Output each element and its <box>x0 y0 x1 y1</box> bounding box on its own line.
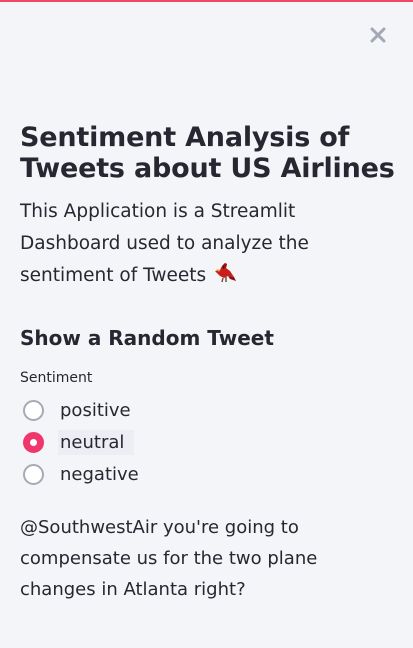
radio-option-label: positive <box>60 399 131 421</box>
radio-option-label: neutral <box>58 429 135 455</box>
sidebar-content: Sentiment Analysis of Tweets about US Ai… <box>20 122 395 605</box>
app-description-text: This Application is a Streamlit Dashboar… <box>20 201 309 286</box>
radio-button-unchecked[interactable] <box>23 463 44 485</box>
radio-option-neutral[interactable]: neutral <box>20 426 395 458</box>
sidebar-title: Sentiment Analysis of Tweets about US Ai… <box>20 122 395 184</box>
radio-option-negative[interactable]: negative <box>20 458 395 490</box>
close-icon <box>369 26 387 44</box>
radio-option-positive[interactable]: positive <box>20 394 395 426</box>
sentiment-radio-label: Sentiment <box>20 370 93 386</box>
radio-button-unchecked[interactable] <box>23 399 44 421</box>
sentiment-radio-group: positive neutral negative <box>20 394 395 490</box>
radio-option-label: negative <box>60 463 139 485</box>
close-sidebar-button[interactable] <box>363 20 393 50</box>
random-tweet-text: @SouthwestAir you're going to compensate… <box>20 517 318 600</box>
random-tweet-subheader: Show a Random Tweet <box>20 326 274 350</box>
sidebar: Sentiment Analysis of Tweets about US Ai… <box>0 2 413 648</box>
app-description: This Application is a Streamlit Dashboar… <box>20 196 395 296</box>
radio-button-checked[interactable] <box>23 431 44 453</box>
bird-emoji-icon <box>212 261 238 296</box>
